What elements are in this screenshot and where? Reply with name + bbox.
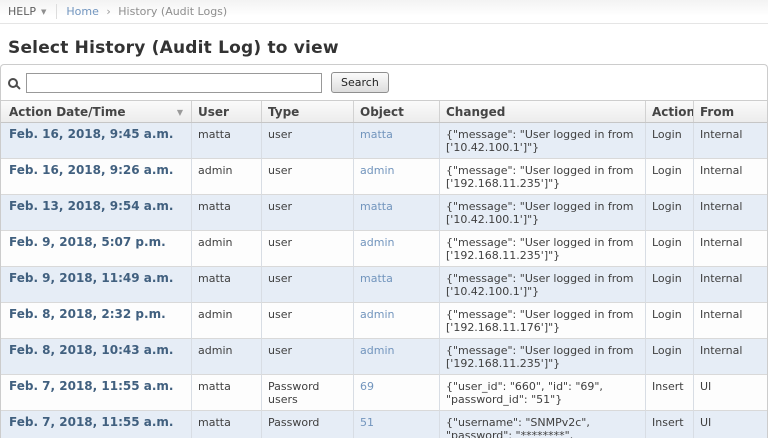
- cell-user: matta: [192, 411, 262, 438]
- table-row: Feb. 13, 2018, 9:54 a.m. matta user matt…: [1, 195, 767, 231]
- cell-changed: {"message": "User logged in from ['192.1…: [440, 303, 646, 339]
- cell-object-link[interactable]: 51: [354, 411, 440, 438]
- column-header-from[interactable]: From: [694, 101, 767, 122]
- cell-object-link[interactable]: admin: [354, 339, 440, 375]
- search-icon: [8, 77, 18, 88]
- cell-user: admin: [192, 339, 262, 375]
- cell-object-link[interactable]: admin: [354, 231, 440, 267]
- page-title: Select History (Audit Log) to view: [8, 38, 339, 58]
- cell-action-date-link[interactable]: Feb. 13, 2018, 9:54 a.m.: [1, 195, 192, 231]
- cell-object-link[interactable]: admin: [354, 303, 440, 339]
- cell-object-link[interactable]: matta: [354, 195, 440, 231]
- cell-user: matta: [192, 267, 262, 303]
- table-row: Feb. 7, 2018, 11:55 a.m. matta Password …: [1, 375, 767, 411]
- top-bar: HELP ▼ Home › History (Audit Logs): [0, 0, 768, 24]
- cell-user: admin: [192, 231, 262, 267]
- cell-object-link[interactable]: matta: [354, 123, 440, 159]
- cell-type: Password: [262, 411, 354, 438]
- cell-changed: {"username": "SNMPv2c", "password": "***…: [440, 411, 646, 438]
- cell-action: Login: [646, 339, 694, 375]
- cell-type: user: [262, 159, 354, 195]
- cell-action-date-link[interactable]: Feb. 16, 2018, 9:26 a.m.: [1, 159, 192, 195]
- cell-type: user: [262, 195, 354, 231]
- cell-changed: {"user_id": "660", "id": "69", "password…: [440, 375, 646, 411]
- cell-changed: {"message": "User logged in from ['192.1…: [440, 231, 646, 267]
- column-header-type[interactable]: Type: [262, 101, 354, 122]
- cell-from: Internal: [694, 339, 767, 375]
- cell-from: Internal: [694, 303, 767, 339]
- cell-from: Internal: [694, 267, 767, 303]
- cell-user: matta: [192, 375, 262, 411]
- sort-desc-icon[interactable]: ▼: [177, 108, 183, 117]
- cell-action-date-link[interactable]: Feb. 7, 2018, 11:55 a.m.: [1, 375, 192, 411]
- help-dropdown[interactable]: HELP ▼: [8, 5, 46, 18]
- table-body: Feb. 16, 2018, 9:45 a.m. matta user matt…: [1, 123, 767, 438]
- cell-type: user: [262, 267, 354, 303]
- breadcrumb-current: History (Audit Logs): [118, 5, 228, 18]
- cell-action: Login: [646, 195, 694, 231]
- cell-action: Insert: [646, 411, 694, 438]
- topbar-divider: [56, 4, 58, 19]
- cell-user: matta: [192, 123, 262, 159]
- cell-action-date-link[interactable]: Feb. 8, 2018, 10:43 a.m.: [1, 339, 192, 375]
- cell-action-date-link[interactable]: Feb. 8, 2018, 2:32 p.m.: [1, 303, 192, 339]
- search-input[interactable]: [26, 72, 322, 93]
- table-header-row: Action Date/Time ▼ User Type Object Chan…: [1, 100, 767, 123]
- column-header-object[interactable]: Object: [354, 101, 440, 122]
- cell-type: Password users: [262, 375, 354, 411]
- breadcrumb-home-link[interactable]: Home: [66, 5, 98, 18]
- cell-action: Login: [646, 231, 694, 267]
- cell-user: admin: [192, 303, 262, 339]
- column-header-user[interactable]: User: [192, 101, 262, 122]
- cell-action: Login: [646, 303, 694, 339]
- cell-object-link[interactable]: 69: [354, 375, 440, 411]
- breadcrumb-separator: ›: [106, 5, 111, 18]
- search-toolbar: Search: [1, 65, 767, 100]
- cell-from: Internal: [694, 123, 767, 159]
- cell-changed: {"message": "User logged in from ['192.1…: [440, 159, 646, 195]
- table-row: Feb. 7, 2018, 11:55 a.m. matta Password …: [1, 411, 767, 438]
- cell-from: UI: [694, 375, 767, 411]
- cell-from: Internal: [694, 195, 767, 231]
- cell-action-date-link[interactable]: Feb. 16, 2018, 9:45 a.m.: [1, 123, 192, 159]
- cell-action-date-link[interactable]: Feb. 9, 2018, 11:49 a.m.: [1, 267, 192, 303]
- cell-action: Login: [646, 267, 694, 303]
- cell-from: Internal: [694, 159, 767, 195]
- breadcrumb: Home › History (Audit Logs): [66, 5, 227, 18]
- cell-from: Internal: [694, 231, 767, 267]
- column-header-changed[interactable]: Changed: [440, 101, 646, 122]
- cell-type: user: [262, 123, 354, 159]
- cell-object-link[interactable]: matta: [354, 267, 440, 303]
- cell-type: user: [262, 231, 354, 267]
- table-row: Feb. 8, 2018, 2:32 p.m. admin user admin…: [1, 303, 767, 339]
- cell-from: UI: [694, 411, 767, 438]
- cell-type: user: [262, 303, 354, 339]
- cell-action: Insert: [646, 375, 694, 411]
- table-row: Feb. 16, 2018, 9:45 a.m. matta user matt…: [1, 123, 767, 159]
- cell-action: Login: [646, 123, 694, 159]
- cell-object-link[interactable]: admin: [354, 159, 440, 195]
- audit-log-panel: Search Action Date/Time ▼ User Type Obje…: [0, 64, 768, 438]
- cell-changed: {"message": "User logged in from ['10.42…: [440, 267, 646, 303]
- cell-action: Login: [646, 159, 694, 195]
- cell-changed: {"message": "User logged in from ['10.42…: [440, 123, 646, 159]
- cell-changed: {"message": "User logged in from ['192.1…: [440, 339, 646, 375]
- table-row: Feb. 16, 2018, 9:26 a.m. admin user admi…: [1, 159, 767, 195]
- chevron-down-icon: ▼: [40, 7, 47, 16]
- cell-action-date-link[interactable]: Feb. 9, 2018, 5:07 p.m.: [1, 231, 192, 267]
- table-row: Feb. 9, 2018, 11:49 a.m. matta user matt…: [1, 267, 767, 303]
- cell-changed: {"message": "User logged in from ['10.42…: [440, 195, 646, 231]
- column-header-action-date-time[interactable]: Action Date/Time ▼: [1, 101, 192, 122]
- cell-user: matta: [192, 195, 262, 231]
- cell-user: admin: [192, 159, 262, 195]
- column-header-action[interactable]: Action: [646, 101, 694, 122]
- cell-action-date-link[interactable]: Feb. 7, 2018, 11:55 a.m.: [1, 411, 192, 438]
- table-row: Feb. 9, 2018, 5:07 p.m. admin user admin…: [1, 231, 767, 267]
- search-button[interactable]: Search: [331, 72, 389, 93]
- table-row: Feb. 8, 2018, 10:43 a.m. admin user admi…: [1, 339, 767, 375]
- cell-type: user: [262, 339, 354, 375]
- help-label: HELP: [8, 5, 36, 18]
